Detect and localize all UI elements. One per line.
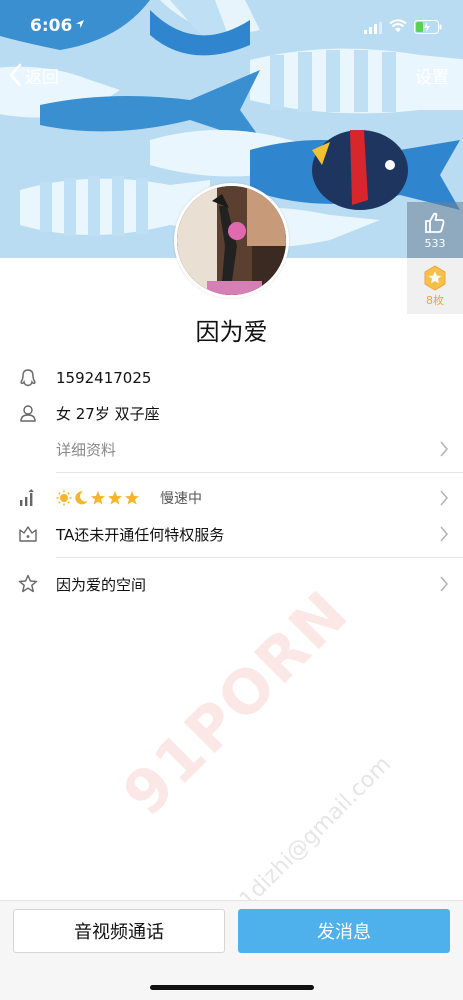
- level-chart-icon: [20, 489, 34, 506]
- crown-icon: [19, 526, 37, 542]
- chevron-right-icon: [440, 576, 449, 592]
- qq-number-row: 1592417025: [0, 362, 463, 394]
- avatar-photo: [177, 186, 286, 295]
- thumbs-up-icon: [425, 212, 445, 233]
- gender-age-zodiac: 女 27岁 双子座: [56, 404, 160, 423]
- location-arrow-icon: [76, 20, 84, 28]
- level-row[interactable]: 慢速中: [0, 482, 463, 514]
- watermark-text: 91PORN: [110, 577, 363, 830]
- chevron-right-icon: [440, 441, 449, 457]
- status-time: 6:06: [30, 16, 73, 36]
- divider: [56, 557, 463, 558]
- basic-info-row: 女 27岁 双子座: [0, 397, 463, 429]
- moon-icon: [75, 491, 88, 505]
- status-bar: 6:06: [0, 0, 463, 54]
- medal-count: 8枚: [426, 293, 444, 307]
- battery-charging-icon: [414, 20, 442, 34]
- privilege-row[interactable]: TA还未开通任何特权服务: [0, 518, 463, 550]
- avatar[interactable]: [174, 183, 289, 298]
- chevron-right-icon: [440, 526, 449, 542]
- details-row[interactable]: 详细资料: [0, 433, 463, 465]
- nickname: 因为爱: [195, 318, 268, 346]
- person-icon: [20, 405, 36, 422]
- home-indicator[interactable]: [150, 985, 314, 990]
- back-label: 返回: [25, 67, 59, 88]
- level-icons: [56, 490, 140, 506]
- chevron-right-icon: [440, 490, 449, 506]
- like-count: 533: [424, 236, 446, 250]
- details-label: 详细资料: [56, 440, 117, 459]
- space-link-text: 因为爱的空间: [56, 575, 147, 594]
- star-icon: [91, 491, 105, 505]
- medal-button[interactable]: 8枚: [407, 258, 463, 314]
- video-call-button[interactable]: 音视频通话: [13, 909, 225, 953]
- star-icon: [125, 491, 139, 505]
- back-button[interactable]: 返回: [8, 61, 59, 89]
- medal-star-icon: [424, 264, 446, 291]
- qzone-star-icon: [18, 574, 38, 593]
- signal-icon: [364, 22, 382, 34]
- privilege-text: TA还未开通任何特权服务: [56, 525, 225, 544]
- space-row[interactable]: 因为爱的空间: [0, 568, 463, 600]
- settings-button[interactable]: 设置: [415, 63, 449, 88]
- wifi-icon: [389, 19, 407, 32]
- level-speed-status: 慢速中: [160, 491, 202, 507]
- watermark-email: 91dizhi@gmail.com: [225, 751, 396, 923]
- send-message-button[interactable]: 发消息: [238, 909, 450, 953]
- like-button[interactable]: 533: [407, 202, 463, 258]
- chevron-left-icon: [9, 63, 22, 87]
- qq-number: 1592417025: [56, 369, 152, 387]
- bottom-action-bar: 音视频通话 发消息: [0, 900, 463, 1000]
- divider: [56, 472, 463, 473]
- sun-icon: [56, 490, 72, 506]
- star-icon: [108, 491, 122, 505]
- qq-penguin-icon: [20, 369, 36, 387]
